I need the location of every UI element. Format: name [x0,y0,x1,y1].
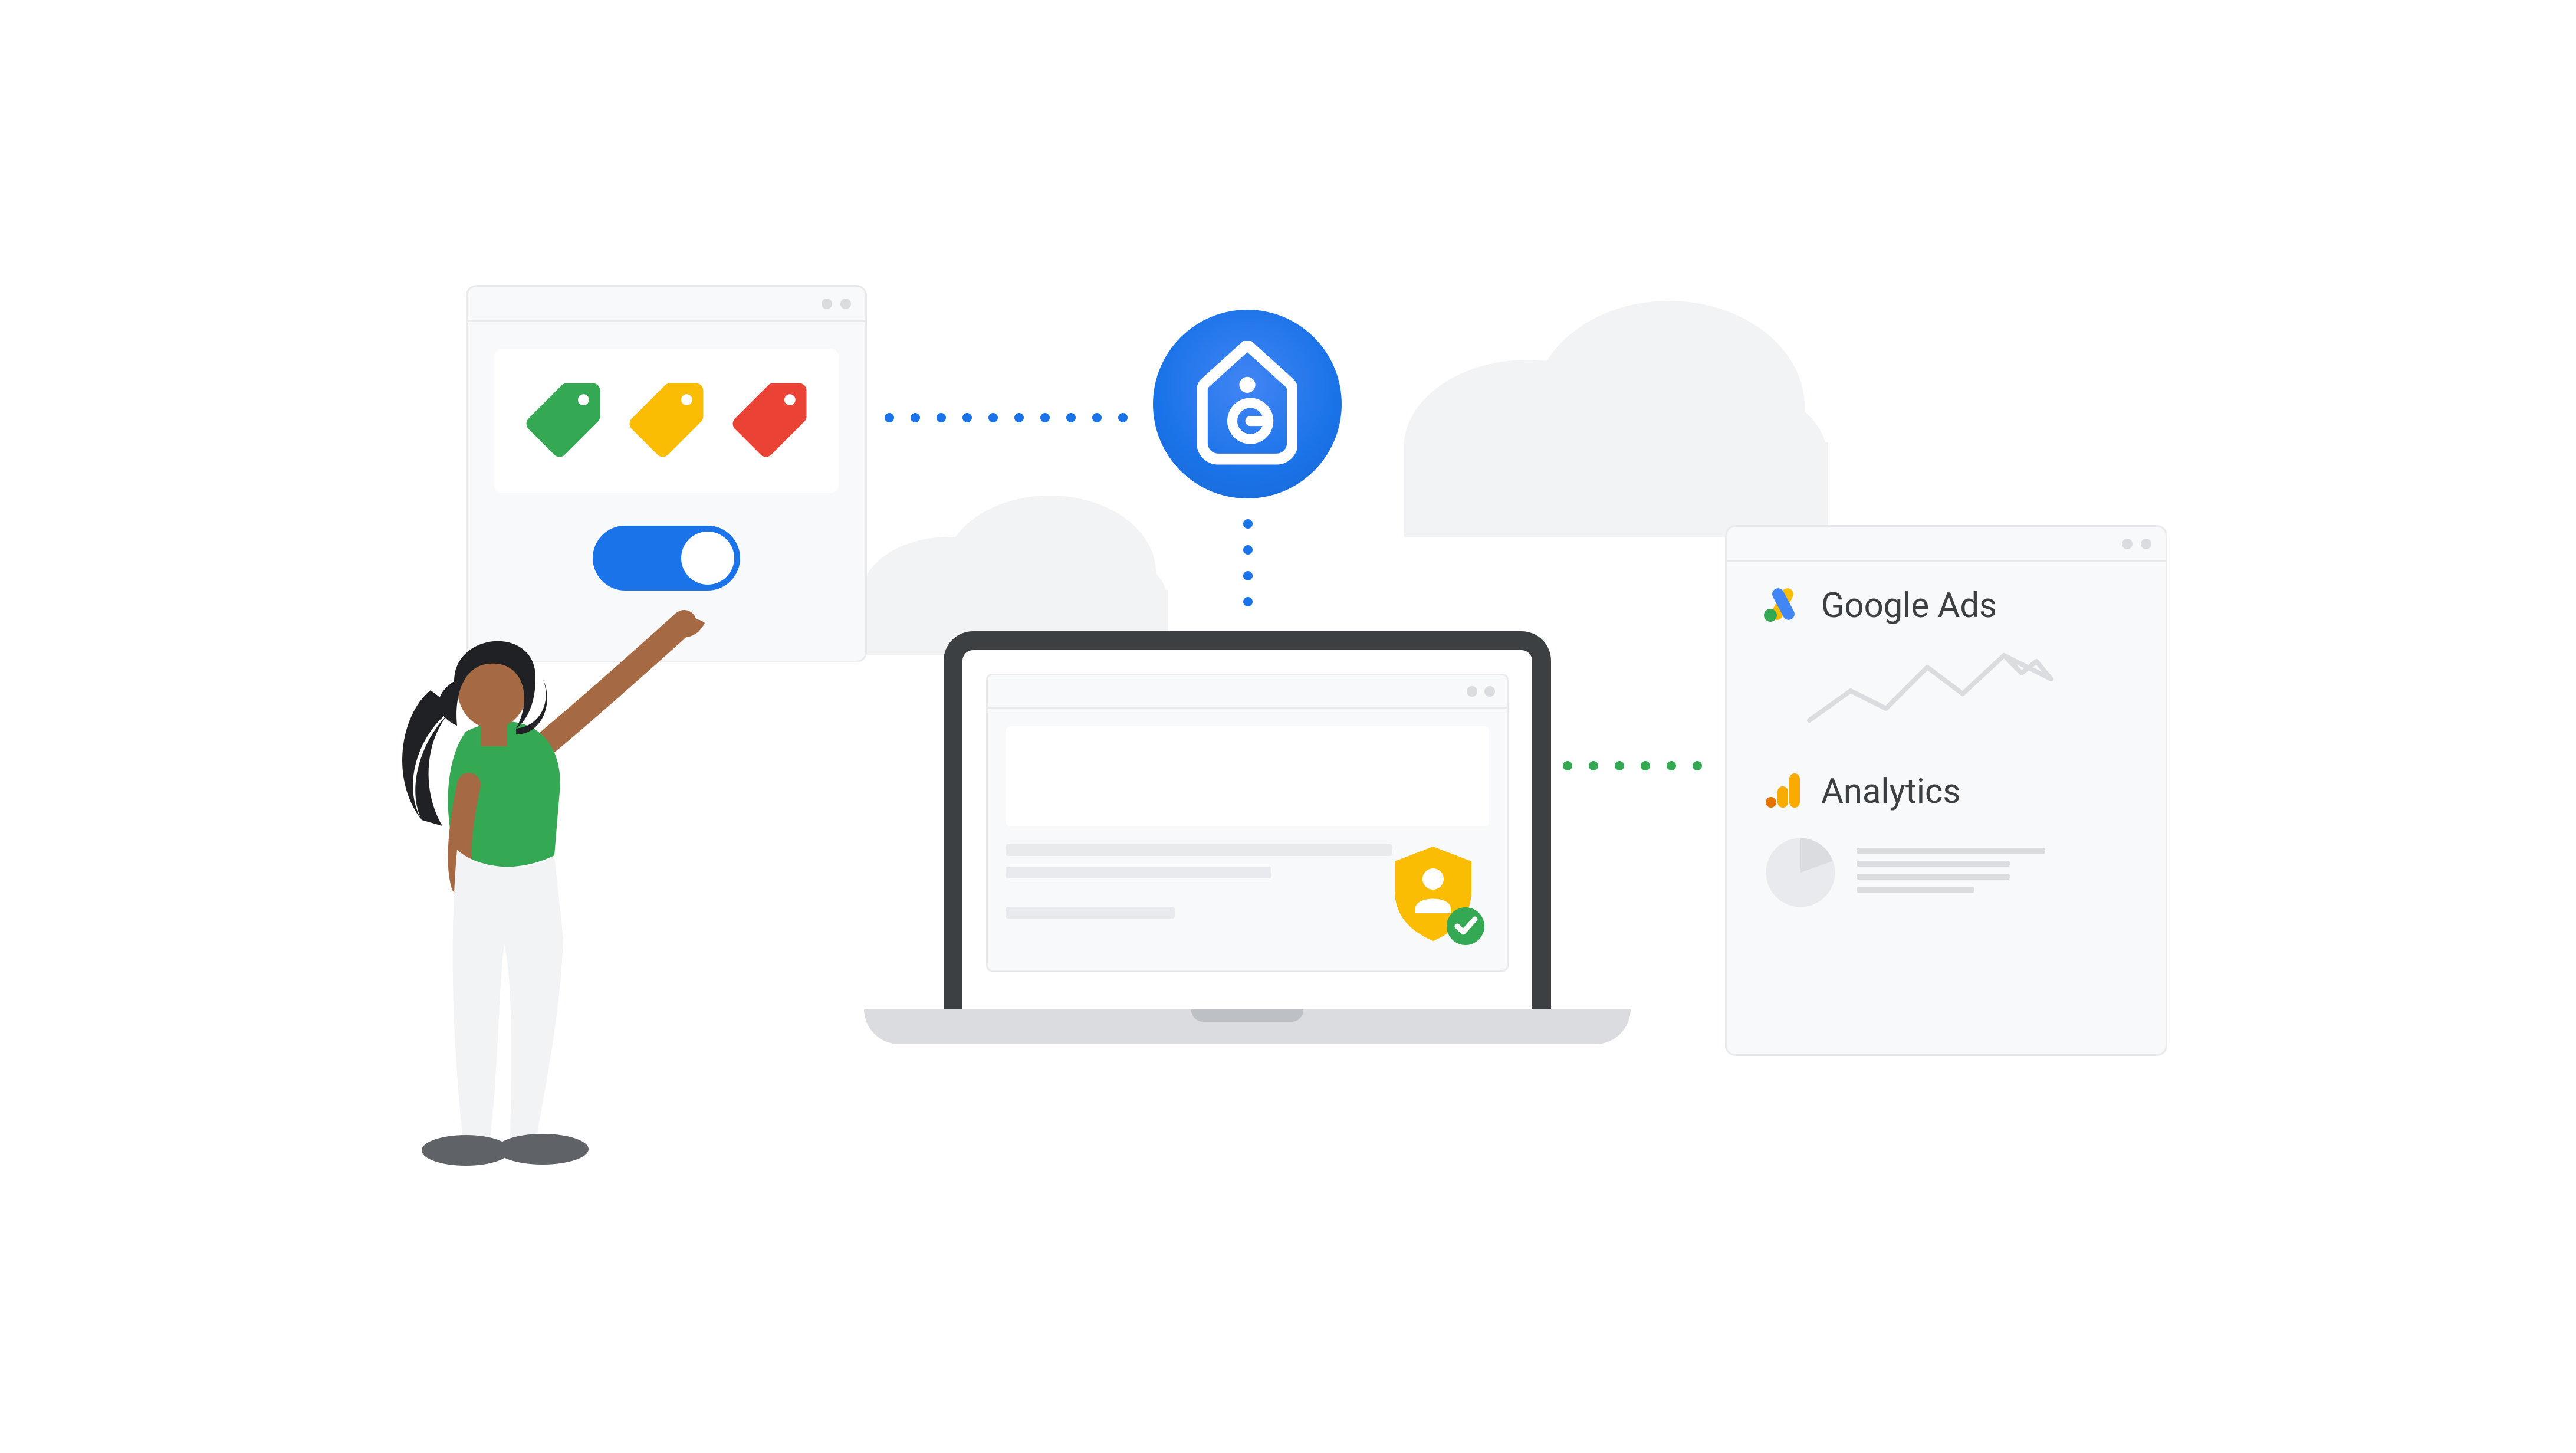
window-control-icon [840,299,851,309]
tag-icon-yellow [622,376,711,467]
skeleton-lines [1857,848,2045,900]
pie-chart-icon [1762,834,1839,913]
cloud-decor-left [861,478,1168,657]
settings-toggle[interactable] [593,526,740,591]
ads-label: Google Ads [1821,586,1997,626]
connector-tags-to-gtag [885,413,1128,422]
privacy-shield-badge [1389,844,1489,952]
analytics-label: Analytics [1821,772,1960,812]
panel-header [468,287,865,322]
google-ads-row: Google Ads [1727,562,2166,632]
person-illustration [366,608,731,1176]
laptop-base [864,1009,1631,1044]
content-line [1006,844,1392,856]
window-control-icon [1467,686,1477,697]
products-panel: Google Ads Analytics [1725,525,2167,1056]
laptop-illustration [944,631,1551,1044]
tag-icon-green [519,376,607,467]
google-ads-logo-icon [1762,586,1803,626]
window-control-icon [822,299,832,309]
cloud-decor-right [1404,289,1828,539]
connector-laptop-to-products [1563,761,1702,770]
tags-card [494,349,839,493]
google-tag-badge [1153,310,1342,498]
google-tag-icon [1197,341,1297,467]
line-chart-icon [1727,632,2166,758]
content-line [1006,907,1175,919]
content-line [1006,867,1271,878]
toggle-knob [681,532,734,585]
content-block [1006,726,1489,826]
tag-icon-red [725,376,814,467]
window-control-icon [2122,539,2133,549]
connector-gtag-to-laptop [1243,519,1253,606]
window-control-icon [1484,686,1495,697]
tag-settings-panel [466,285,867,662]
window-control-icon [2141,539,2151,549]
browser-window [986,674,1509,972]
google-analytics-logo-icon [1762,770,1803,814]
analytics-row: Analytics [1727,758,2166,819]
